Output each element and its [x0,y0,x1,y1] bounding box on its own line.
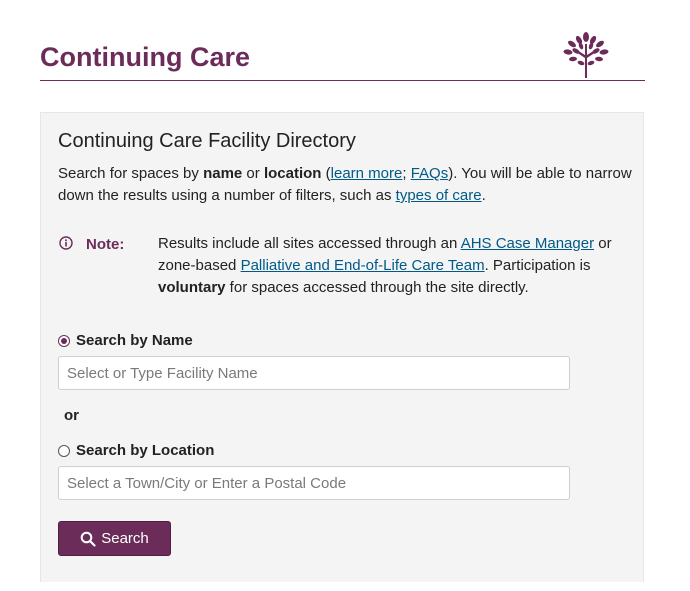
learn-more-link[interactable]: learn more [331,165,403,182]
ahs-case-manager-link[interactable]: AHS Case Manager [461,235,594,252]
faqs-link[interactable]: FAQs [411,165,449,182]
page-header: Continuing Care [40,30,645,81]
note-text-part: . Participation is [484,257,591,274]
panel-title: Continuing Care Facility Directory [58,130,356,152]
search-by-name-radio[interactable] [58,334,70,347]
note-text-part: for spaces accessed through the site dir… [225,279,529,296]
types-of-care-link[interactable]: types of care [396,187,482,204]
search-by-location-label[interactable]: Search by Location [76,442,214,459]
intro-location-keyword: location [263,165,322,182]
search-by-name-option[interactable]: Search by Name [58,332,193,349]
intro-text-part: or [242,165,264,182]
search-button[interactable]: Search [58,521,171,556]
intro-text-part: . [481,187,486,204]
page-title: Continuing Care [40,42,250,72]
intro-text-part: ( [321,165,331,182]
search-icon [80,531,96,547]
search-by-name-label[interactable]: Search by Name [76,332,193,349]
note-text: Results include all sites accessed throu… [158,233,628,299]
intro-text-part: Search for spaces by [58,165,204,182]
facility-name-input[interactable] [58,356,570,390]
directory-panel: Continuing Care Facility Directory Searc… [40,112,644,582]
palliative-care-team-link[interactable]: Palliative and End-of-Life Care Team [241,257,485,274]
search-button-label: Search [101,530,149,547]
tree-logo-icon [563,32,609,78]
or-divider: or [64,407,79,424]
search-by-location-option[interactable]: Search by Location [58,442,214,459]
info-circle-icon [59,236,73,250]
intro-text: Search for spaces by name or location (l… [58,163,633,207]
intro-name-keyword: name [203,165,243,182]
note-label: Note: [86,236,125,253]
intro-text-part: ; [402,165,411,182]
search-by-location-radio[interactable] [58,444,70,457]
note-text-part: Results include all sites accessed throu… [158,235,461,252]
location-input[interactable] [58,466,570,500]
note-voluntary-keyword: voluntary [158,279,226,296]
